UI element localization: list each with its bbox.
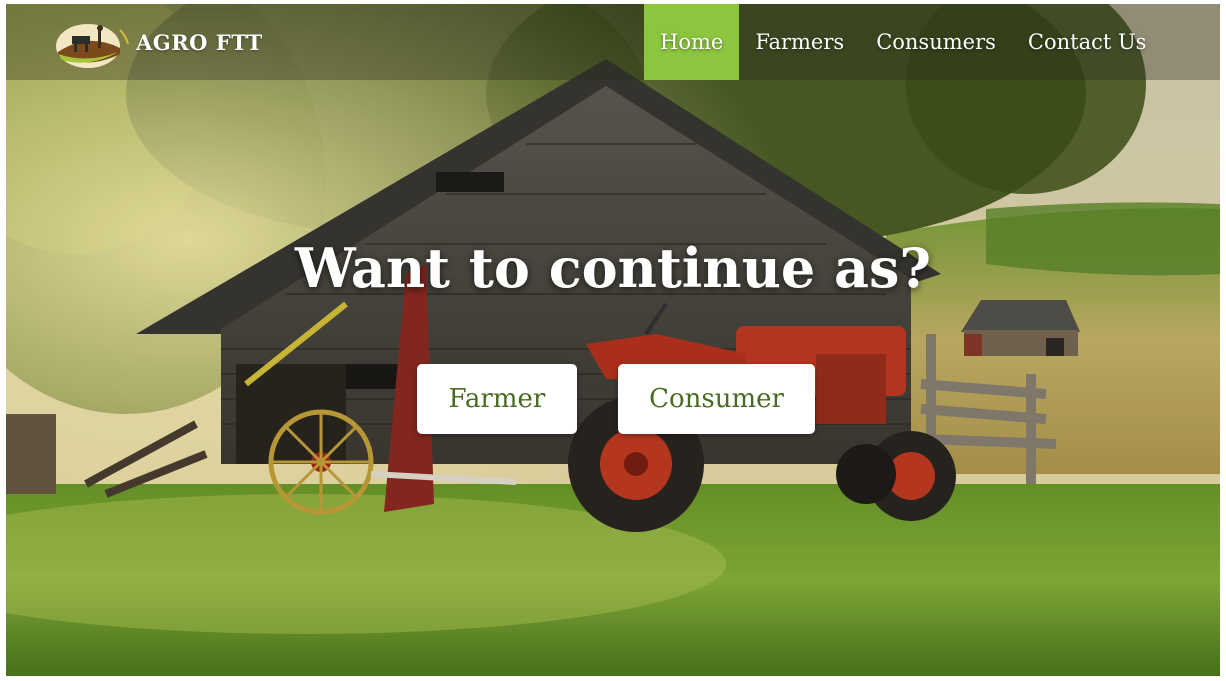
nav-consumers[interactable]: Consumers (860, 4, 1012, 80)
page: AGRO FTT Home Farmers Consumers Contact … (6, 4, 1220, 676)
brand[interactable]: AGRO FTT (50, 12, 263, 72)
brand-name: AGRO FTT (136, 29, 263, 55)
top-navbar: AGRO FTT Home Farmers Consumers Contact … (6, 4, 1220, 80)
nav-farmers[interactable]: Farmers (739, 4, 860, 80)
nav-home[interactable]: Home (644, 4, 740, 80)
farmer-button[interactable]: Farmer (417, 364, 577, 434)
nav-contact-us[interactable]: Contact Us (1012, 4, 1163, 80)
hero-title: Want to continue as? (294, 236, 932, 300)
hero-background-image (6, 4, 1220, 676)
consumer-button[interactable]: Consumer (618, 364, 815, 434)
farm-logo-icon (56, 24, 129, 68)
main-nav: Home Farmers Consumers Contact Us (644, 4, 1162, 80)
